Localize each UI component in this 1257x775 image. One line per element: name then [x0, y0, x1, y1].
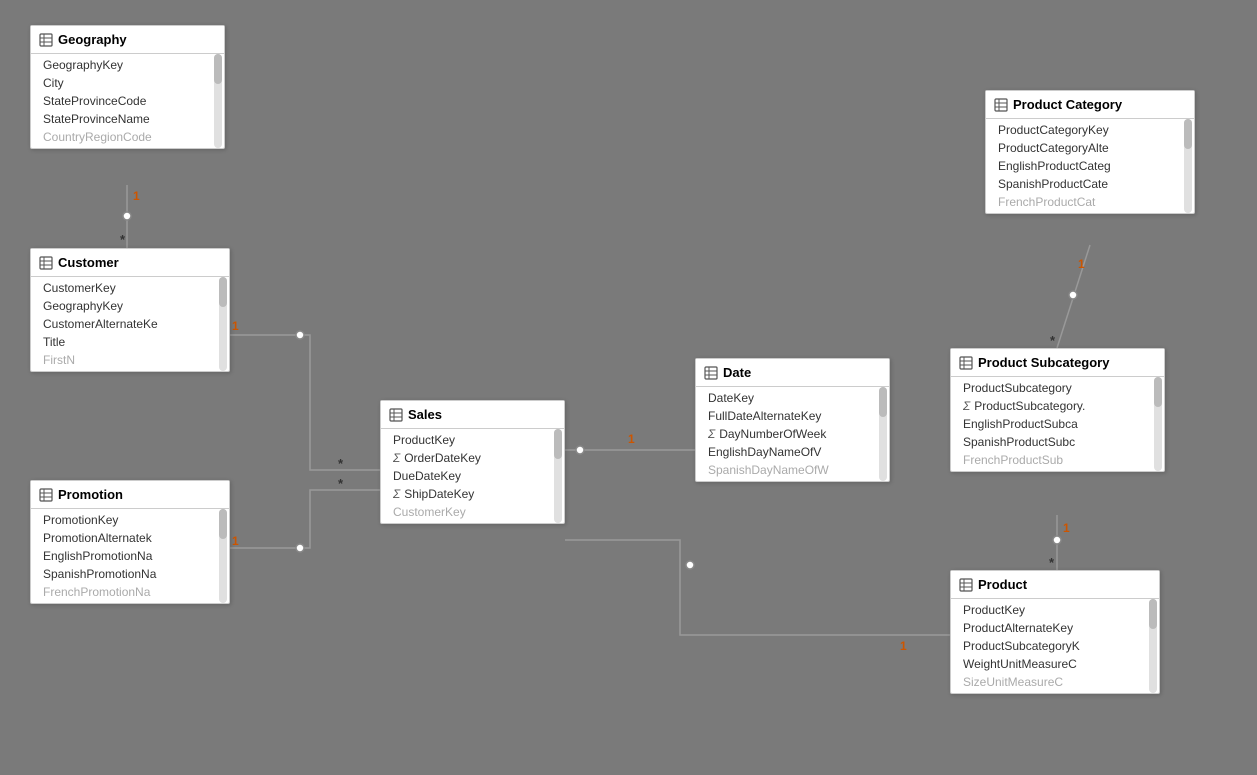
table-row: EnglishDayNameOfV	[696, 443, 875, 461]
table-row: PromotionAlternatek	[31, 529, 215, 547]
table-row: SpanishProductSubc	[951, 433, 1150, 451]
svg-text:1: 1	[1063, 521, 1070, 535]
sales-table: Sales ProductKey Σ OrderDateKey DueDateK…	[380, 400, 565, 524]
table-icon	[39, 256, 53, 270]
table-row: DueDateKey	[381, 467, 550, 485]
svg-text:*: *	[1050, 333, 1056, 348]
table-row: GeographyKey	[31, 56, 210, 74]
product-subcategory-table: Product Subcategory ProductSubcategory Σ…	[950, 348, 1165, 472]
svg-text:1: 1	[628, 432, 635, 446]
table-row: SpanishDayNameOfW	[696, 461, 875, 479]
svg-text:*: *	[338, 476, 344, 491]
date-table: Date DateKey FullDateAlternateKey Σ DayN…	[695, 358, 890, 482]
sales-header: Sales	[381, 401, 564, 429]
table-row: FrenchPromotionNa	[31, 583, 215, 601]
geography-title: Geography	[58, 32, 127, 47]
svg-text:1: 1	[133, 189, 140, 203]
table-row: SizeUnitMeasureC	[951, 673, 1145, 691]
table-row: City	[31, 74, 210, 92]
table-row: GeographyKey	[31, 297, 215, 315]
promotion-table: Promotion PromotionKey PromotionAlternat…	[30, 480, 230, 604]
date-header: Date	[696, 359, 889, 387]
product-title: Product	[978, 577, 1027, 592]
table-row: DateKey	[696, 389, 875, 407]
table-row: EnglishPromotionNa	[31, 547, 215, 565]
product-header: Product	[951, 571, 1159, 599]
table-row: SpanishPromotionNa	[31, 565, 215, 583]
table-row: ProductSubcategory	[951, 379, 1150, 397]
table-row: ProductSubcategoryK	[951, 637, 1145, 655]
svg-text:1: 1	[1078, 257, 1085, 271]
sales-body: ProductKey Σ OrderDateKey DueDateKey Σ S…	[381, 429, 564, 523]
table-row: Title	[31, 333, 215, 351]
sales-title: Sales	[408, 407, 442, 422]
svg-text:1: 1	[232, 319, 239, 333]
geography-body: GeographyKey City StateProvinceCode Stat…	[31, 54, 224, 148]
product-body: ProductKey ProductAlternateKey ProductSu…	[951, 599, 1159, 693]
table-icon	[959, 578, 973, 592]
table-row: ProductKey	[951, 601, 1145, 619]
table-row: CountryRegionCode	[31, 128, 210, 146]
table-row: CustomerKey	[381, 503, 550, 521]
table-row: SpanishProductCate	[986, 175, 1180, 193]
geography-header: Geography	[31, 26, 224, 54]
table-row: EnglishProductCateg	[986, 157, 1180, 175]
table-row: FirstN	[31, 351, 215, 369]
table-row: Σ DayNumberOfWeek	[696, 425, 875, 443]
product-subcategory-title: Product Subcategory	[978, 355, 1109, 370]
product-subcategory-header: Product Subcategory	[951, 349, 1164, 377]
diagram-canvas: 1 * 1 * 1 * 1 * 1 * 1 * 1	[0, 0, 1257, 775]
product-category-title: Product Category	[1013, 97, 1122, 112]
svg-text:1: 1	[900, 639, 907, 653]
product-subcategory-body: ProductSubcategory Σ ProductSubcategory.…	[951, 377, 1164, 471]
table-row: CustomerKey	[31, 279, 215, 297]
table-row: PromotionKey	[31, 511, 215, 529]
promotion-title: Promotion	[58, 487, 123, 502]
table-icon	[959, 356, 973, 370]
table-row: ProductAlternateKey	[951, 619, 1145, 637]
svg-text:*: *	[1049, 555, 1055, 570]
promotion-header: Promotion	[31, 481, 229, 509]
geography-table: Geography GeographyKey City StateProvinc…	[30, 25, 225, 149]
table-row: WeightUnitMeasureC	[951, 655, 1145, 673]
table-row: FrenchProductCat	[986, 193, 1180, 211]
table-row: EnglishProductSubca	[951, 415, 1150, 433]
customer-header: Customer	[31, 249, 229, 277]
table-icon	[39, 33, 53, 47]
promotion-body: PromotionKey PromotionAlternatek English…	[31, 509, 229, 603]
customer-body: CustomerKey GeographyKey CustomerAlterna…	[31, 277, 229, 371]
table-icon	[39, 488, 53, 502]
customer-table: Customer CustomerKey GeographyKey Custom…	[30, 248, 230, 372]
svg-text:1: 1	[232, 534, 239, 548]
table-row: Σ OrderDateKey	[381, 449, 550, 467]
customer-title: Customer	[58, 255, 119, 270]
table-icon	[704, 366, 718, 380]
table-row: FrenchProductSub	[951, 451, 1150, 469]
svg-text:*: *	[338, 456, 344, 471]
table-row: StateProvinceName	[31, 110, 210, 128]
table-row: StateProvinceCode	[31, 92, 210, 110]
table-row: ProductKey	[381, 431, 550, 449]
table-row: ProductCategoryAlte	[986, 139, 1180, 157]
table-row: Σ ProductSubcategory.	[951, 397, 1150, 415]
table-row: FullDateAlternateKey	[696, 407, 875, 425]
product-category-header: Product Category	[986, 91, 1194, 119]
table-row: Σ ShipDateKey	[381, 485, 550, 503]
product-table: Product ProductKey ProductAlternateKey P…	[950, 570, 1160, 694]
table-row: CustomerAlternateKe	[31, 315, 215, 333]
date-body: DateKey FullDateAlternateKey Σ DayNumber…	[696, 387, 889, 481]
table-row: ProductCategoryKey	[986, 121, 1180, 139]
table-icon	[389, 408, 403, 422]
product-category-body: ProductCategoryKey ProductCategoryAlte E…	[986, 119, 1194, 213]
date-title: Date	[723, 365, 751, 380]
svg-text:*: *	[120, 232, 126, 247]
table-icon	[994, 98, 1008, 112]
product-category-table: Product Category ProductCategoryKey Prod…	[985, 90, 1195, 214]
